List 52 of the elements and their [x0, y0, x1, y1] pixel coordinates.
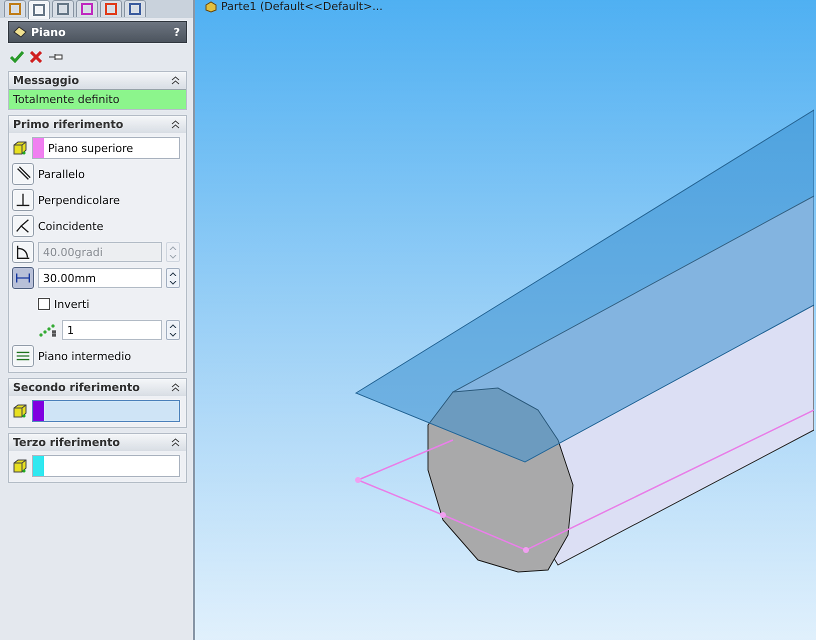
status-message: Totalmente definito: [9, 89, 186, 109]
spin-button[interactable]: [166, 268, 180, 288]
panel-tab[interactable]: [100, 0, 122, 17]
panel-tab[interactable]: [76, 0, 98, 17]
option-label: Coincidente: [38, 220, 104, 232]
checkbox-label: Inverti: [54, 298, 90, 310]
instances-icon: [38, 322, 58, 338]
collapse-icon[interactable]: [171, 438, 180, 447]
panel-tab[interactable]: [28, 0, 50, 19]
selection-field[interactable]: Piano superiore: [32, 137, 180, 159]
tab-icon: [57, 3, 69, 15]
collapse-icon[interactable]: [171, 120, 180, 129]
tab-icon: [33, 4, 45, 16]
selection-field[interactable]: [32, 400, 180, 422]
option-button[interactable]: [12, 189, 34, 211]
tab-icon: [129, 3, 141, 15]
option-button[interactable]: [12, 163, 34, 185]
cube-icon: [12, 140, 28, 156]
cube-icon: [12, 458, 28, 474]
option-label: Parallelo: [38, 168, 85, 180]
section-title: Secondo riferimento: [13, 381, 140, 394]
distance-button[interactable]: [12, 267, 34, 289]
panel-title: Piano: [31, 26, 66, 38]
selection-field[interactable]: [32, 455, 180, 477]
panel-tab[interactable]: [52, 0, 74, 17]
collapse-icon[interactable]: [171, 383, 180, 392]
part-icon: [205, 0, 217, 12]
plane-icon: [13, 26, 27, 38]
close-icon[interactable]: [30, 51, 42, 63]
section-title: Primo riferimento: [13, 118, 124, 131]
option-button[interactable]: [12, 215, 34, 237]
pin-icon[interactable]: [48, 51, 64, 63]
angle-icon: [14, 243, 32, 261]
section-title: Terzo riferimento: [13, 436, 120, 449]
collapse-icon[interactable]: [171, 76, 180, 85]
ok-icon[interactable]: [10, 51, 24, 63]
tab-icon: [105, 3, 117, 15]
panel-tab[interactable]: [124, 0, 146, 17]
tab-icon: [9, 3, 21, 15]
section-title: Messaggio: [13, 74, 79, 87]
spin-button[interactable]: [166, 320, 180, 340]
help-button[interactable]: ?: [174, 26, 180, 38]
option-label: Piano intermedio: [38, 350, 132, 362]
tab-icon: [81, 3, 93, 15]
count-field[interactable]: 1: [62, 320, 162, 340]
checkbox[interactable]: [38, 298, 50, 310]
part-name: Parte1 (Default<<Default>...: [221, 0, 383, 13]
distance-field[interactable]: 30.00mm: [38, 268, 162, 288]
cube-icon: [12, 403, 28, 419]
option-label: Perpendicolare: [38, 194, 120, 206]
coincident-icon: [14, 217, 32, 235]
perpendicular-icon: [14, 191, 32, 209]
